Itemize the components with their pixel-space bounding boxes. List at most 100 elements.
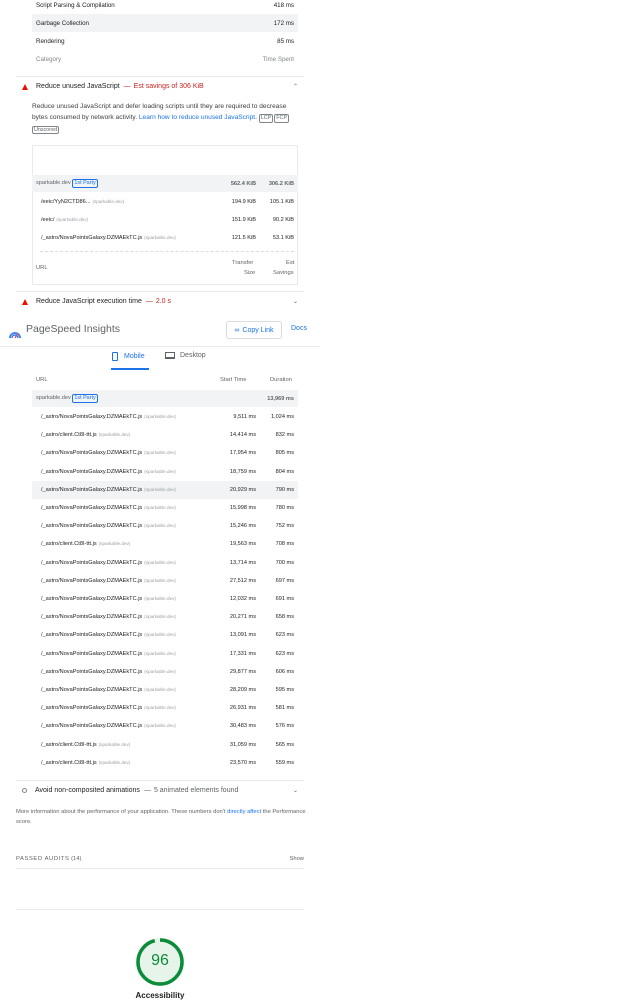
- unused-js-audit-header[interactable]: Reduce unused JavaScript — Est savings o…: [22, 83, 204, 90]
- category-label: Garbage Collection: [36, 19, 89, 27]
- row-duration: 581 ms: [275, 705, 294, 712]
- table-row: /_astro/NovaPointsGalaxy.DZMAEkTC.js (spa…: [32, 717, 298, 735]
- row-start-time: 29,877 ms: [229, 668, 256, 675]
- row-start-time: 28,209 ms: [229, 687, 256, 694]
- audit-dash: —: [123, 83, 131, 90]
- row-url[interactable]: /_astro/NovaPointsGalaxy.DZMAEkTC.js: [41, 578, 142, 584]
- metric-chip: LCP: [258, 114, 274, 123]
- transfer-column-header: Transfer: [232, 260, 254, 266]
- row-start-time: 12,032 ms: [229, 596, 256, 603]
- table-row: /eeic/(sparkable.dev) 151.9 KiB 90.2 KiB: [32, 211, 298, 229]
- row-duration: 565 ms: [275, 741, 294, 748]
- row-savings: 53.1 KiB: [272, 235, 294, 242]
- row-url[interactable]: /_astro/NovaPointsGalaxy.DZMAEkTC.js: [41, 487, 142, 493]
- link-icon: ∞: [234, 326, 240, 334]
- row-url[interactable]: /_astro/NovaPointsGalaxy.DZMAEkTC.js: [41, 723, 142, 729]
- docs-link[interactable]: Docs: [291, 325, 307, 332]
- audit-dash: —: [145, 298, 153, 305]
- row-duration: 623 ms: [275, 650, 294, 657]
- table-row: /_astro/NovaPointsGalaxy.DZMAEkTC.js (spa…: [32, 499, 298, 517]
- row-url[interactable]: /_astro/client.Ct8I-ttt.js: [41, 742, 97, 748]
- row-transfer: 194.9 KiB: [231, 199, 256, 206]
- row-url[interactable]: /_astro/NovaPointsGalaxy.DZMAEkTC.js: [41, 669, 142, 675]
- row-source: (sparkable.dev): [144, 705, 176, 711]
- chevron-down-icon[interactable]: ⌄: [293, 298, 298, 305]
- table-row: /_astro/NovaPointsGalaxy.DZMAEkTC.js (spa…: [32, 626, 298, 644]
- row-transfer: 121.5 KiB: [231, 235, 256, 242]
- row-url[interactable]: /_astro/NovaPointsGalaxy.DZMAEkTC.js: [41, 469, 142, 475]
- row-url[interactable]: /_astro/NovaPointsGalaxy.DZMAEkTC.js: [41, 505, 142, 511]
- animations-audit-header[interactable]: Avoid non-composited animations — 5 anim…: [22, 787, 238, 794]
- row-url[interactable]: /_astro/NovaPointsGalaxy.DZMAEkTC.js: [41, 705, 142, 711]
- row-url[interactable]: /_astro/NovaPointsGalaxy.DZMAEkTC.js: [41, 560, 142, 566]
- row-duration: 606 ms: [275, 668, 294, 675]
- row-source: (sparkable.dev): [144, 723, 176, 729]
- row-source: (sparkable.dev): [144, 632, 176, 638]
- pagespeed-logo-icon: [9, 332, 21, 339]
- row-url[interactable]: /_astro/NovaPointsGalaxy.DZMAEkTC.js: [41, 523, 142, 529]
- accessibility-gauge[interactable]: 96: [135, 937, 185, 987]
- row-url[interactable]: /_astro/NovaPointsGalaxy.DZMAEkTC.js: [41, 651, 142, 657]
- divider: [16, 868, 304, 869]
- row-source: (sparkable.dev): [144, 650, 176, 656]
- start-time-column-header: Start Time: [220, 377, 247, 383]
- exec-time-audit-header[interactable]: Reduce JavaScript execution time — 2.0 s: [22, 298, 171, 305]
- row-url[interactable]: /_astro/NovaPointsGalaxy.DZMAEkTC.js: [41, 687, 142, 693]
- performance-note: More information about the performance o…: [16, 807, 306, 827]
- row-url[interactable]: /eeic/: [41, 217, 54, 223]
- table-row: /_astro/NovaPointsGalaxy.DZMAEkTC.js (spa…: [32, 590, 298, 608]
- row-url[interactable]: /_astro/client.Ct8I-ttt.js: [41, 432, 97, 438]
- row-url[interactable]: /_astro/NovaPointsGalaxy.DZMAEkTC.js: [41, 235, 142, 241]
- row-start-time: 26,931 ms: [229, 705, 256, 712]
- audit-value: 2.0 s: [155, 298, 172, 305]
- row-url[interactable]: /_astro/client.Ct8I-ttt.js: [41, 541, 97, 547]
- row-url[interactable]: /_astro/NovaPointsGalaxy.DZMAEkTC.js: [41, 414, 142, 420]
- row-start-time: 20,929 ms: [229, 486, 256, 493]
- learn-more-link[interactable]: Learn how to reduce unused JavaScript: [139, 114, 255, 121]
- row-source: (sparkable.dev): [144, 505, 176, 511]
- show-button[interactable]: Show: [289, 856, 304, 862]
- divider: [16, 909, 304, 910]
- row-url[interactable]: /_astro/NovaPointsGalaxy.DZMAEkTC.js: [41, 596, 142, 602]
- tab-desktop[interactable]: Desktop: [165, 352, 206, 359]
- row-start-time: 17,331 ms: [229, 650, 256, 657]
- row-duration: 623 ms: [275, 632, 294, 639]
- copy-link-button[interactable]: ∞ Copy Link: [226, 321, 282, 339]
- accessibility-score: 96: [151, 952, 169, 969]
- row-start-time: 15,998 ms: [229, 505, 256, 512]
- row-transfer: 151.9 KiB: [231, 217, 256, 224]
- table-row: /_astro/client.Ct8I-ttt.js (sparkable.dev…: [32, 426, 298, 444]
- row-url[interactable]: /_astro/NovaPointsGalaxy.DZMAEkTC.js: [41, 632, 142, 638]
- chevron-up-icon[interactable]: ⌃: [293, 83, 298, 90]
- row-source: (sparkable.dev): [98, 432, 131, 438]
- table-row: /_astro/NovaPointsGalaxy.DZMAEkTC.js (spa…: [32, 554, 298, 572]
- warning-triangle-icon: [22, 298, 28, 305]
- table-row: /_astro/client.Ct8I-ttt.js (sparkable.dev…: [32, 535, 298, 553]
- table-row: /_astro/NovaPointsGalaxy.DZMAEkTC.js (spa…: [32, 681, 298, 699]
- table-row: /_astro/NovaPointsGalaxy.DZMAEkTC.js (spa…: [32, 699, 298, 717]
- group-transfer: 562.4 KiB: [230, 180, 256, 187]
- row-start-time: 31,059 ms: [229, 741, 256, 748]
- desktop-icon: [165, 352, 175, 359]
- savings-column-header: Est: [286, 260, 295, 266]
- tab-mobile[interactable]: Mobile: [112, 352, 145, 361]
- row-start-time: 27,512 ms: [229, 577, 256, 584]
- tab-mobile-indicator: [111, 368, 149, 370]
- category-row: Script Parsing & Compilation 418 ms: [32, 0, 298, 14]
- passed-audits-header[interactable]: PASSED AUDITS (14) Show: [16, 856, 304, 862]
- row-source: (sparkable.dev): [56, 217, 89, 223]
- directly-affect-link[interactable]: directly affect: [227, 809, 261, 815]
- row-source: (sparkable.dev): [144, 486, 176, 492]
- row-duration: 700 ms: [275, 559, 294, 566]
- chevron-down-icon[interactable]: ⌄: [293, 787, 298, 794]
- row-url[interactable]: /_astro/client.Ct8I-ttt.js: [41, 760, 97, 766]
- category-value: 172 ms: [273, 19, 294, 27]
- audit-title: Reduce unused JavaScript: [36, 83, 120, 90]
- row-url[interactable]: /eeic/YyN2CTD86...: [41, 199, 90, 205]
- row-url[interactable]: /_astro/NovaPointsGalaxy.DZMAEkTC.js: [41, 450, 142, 456]
- category-value: 85 ms: [277, 37, 294, 45]
- table-row: /_astro/NovaPointsGalaxy.DZMAEkTC.js (spa…: [32, 229, 298, 247]
- group-savings: 306.2 KiB: [268, 180, 294, 187]
- group-row: sparkable.dev 1st Party 13,969 ms: [32, 390, 298, 407]
- row-url[interactable]: /_astro/NovaPointsGalaxy.DZMAEkTC.js: [41, 614, 142, 620]
